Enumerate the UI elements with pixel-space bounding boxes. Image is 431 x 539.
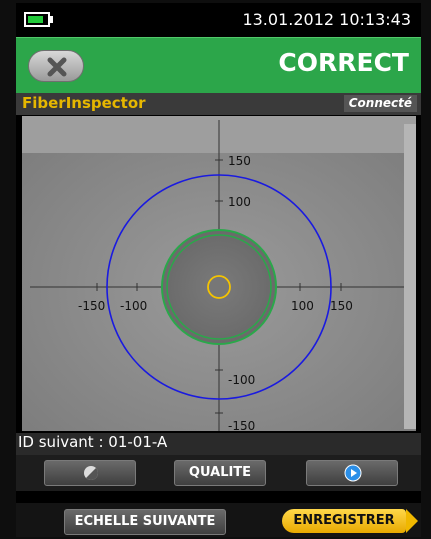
- x-tick-label: 100: [291, 299, 314, 313]
- quality-button[interactable]: QUALITE: [174, 460, 266, 486]
- battery-icon: [24, 12, 50, 27]
- app-subheader: FiberInspector Connecté: [16, 93, 421, 115]
- datetime: 13.01.2012 10:13:43: [242, 10, 411, 29]
- save-button[interactable]: ENREGISTRER: [282, 509, 418, 533]
- x-tick-label: 150: [330, 299, 353, 313]
- app-name: FiberInspector: [22, 94, 146, 112]
- connection-status-badge: Connecté: [343, 95, 417, 112]
- play-icon: [344, 464, 362, 482]
- contrast-button[interactable]: [44, 460, 136, 486]
- y-tick-label: 100: [228, 195, 251, 209]
- y-tick-label: -100: [228, 373, 255, 387]
- screen: 13.01.2012 10:13:43 CORRECT FiberInspect…: [16, 3, 421, 537]
- fiber-image: -150 -100 100 150 150 100 -100 -150: [22, 116, 416, 431]
- play-button[interactable]: [306, 460, 398, 486]
- contrast-icon: [84, 466, 98, 480]
- x-tick-label: -150: [78, 299, 105, 313]
- header-bar: CORRECT: [16, 37, 421, 93]
- next-id-label: ID suivant : 01-01-A: [16, 433, 421, 455]
- battery-tip: [50, 16, 53, 23]
- battery-level: [28, 16, 43, 23]
- close-icon: [47, 57, 67, 77]
- bottom-bar: ECHELLE SUIVANTE ENREGISTRER: [16, 503, 421, 537]
- action-button-row: QUALITE: [16, 455, 421, 491]
- page-title: CORRECT: [278, 48, 409, 77]
- fiber-image-view[interactable]: -150 -100 100 150 150 100 -100 -150: [22, 116, 416, 431]
- x-tick-label: -100: [120, 299, 147, 313]
- next-scale-button[interactable]: ECHELLE SUIVANTE: [64, 509, 226, 535]
- core-ring: [207, 275, 231, 299]
- status-bar: 13.01.2012 10:13:43: [16, 3, 421, 37]
- y-tick-label: -150: [228, 419, 255, 431]
- device-frame: 13.01.2012 10:13:43 CORRECT FiberInspect…: [0, 0, 431, 539]
- y-tick-label: 150: [228, 154, 251, 168]
- close-button[interactable]: [28, 50, 84, 82]
- view-scrollbar[interactable]: [404, 124, 416, 429]
